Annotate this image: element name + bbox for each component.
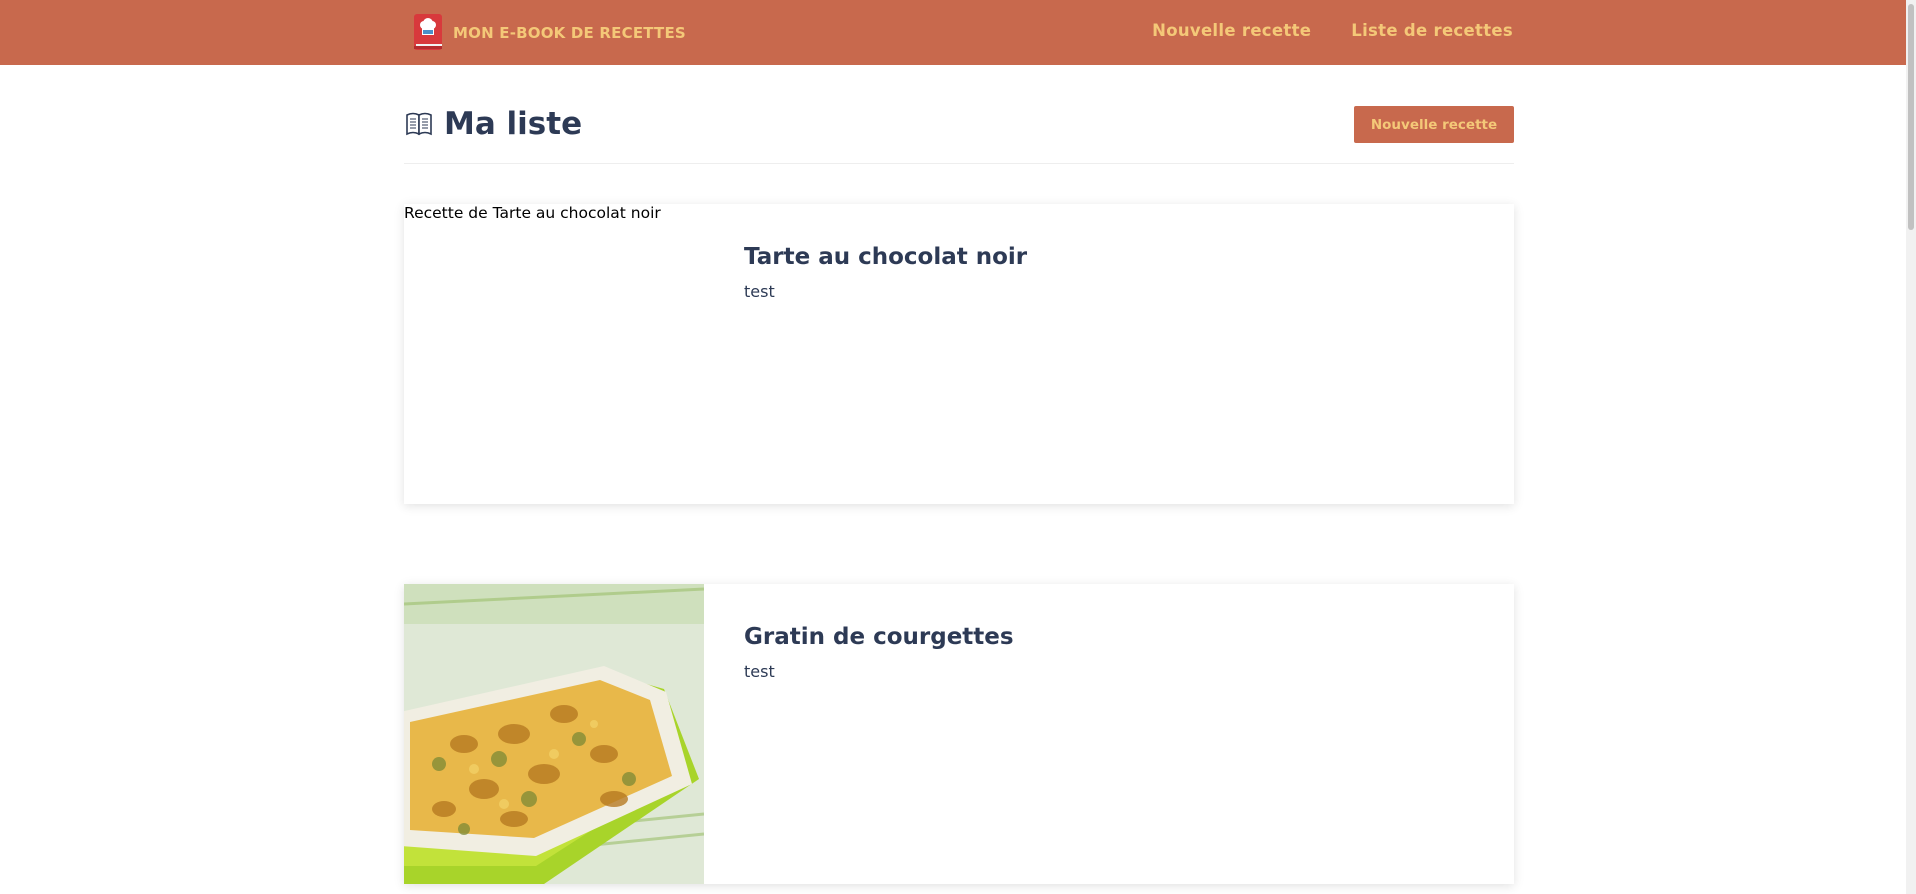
brand-link[interactable]: MON E-BOOK DE RECETTES [412, 13, 686, 53]
nav-recipe-list-link[interactable]: Liste de recettes [1351, 21, 1513, 40]
nav-links: Nouvelle recette Liste de recettes [1152, 21, 1513, 40]
open-book-icon [404, 109, 434, 139]
list-header: Ma liste Nouvelle recette [404, 104, 1514, 164]
nav-new-recipe-link[interactable]: Nouvelle recette [1152, 21, 1311, 40]
recipe-image-broken[interactable]: Recette de Tarte au chocolat noir [404, 204, 704, 504]
recipe-image-alt-text: Recette de Tarte au chocolat noir [404, 204, 661, 222]
gratin-dish-image [404, 584, 704, 884]
scrollbar-thumb[interactable] [1908, 4, 1914, 230]
page-title-text: Ma liste [444, 106, 583, 142]
recipe-description: test [744, 662, 775, 681]
page-scrollbar[interactable] [1906, 0, 1916, 894]
new-recipe-button[interactable]: Nouvelle recette [1354, 106, 1514, 143]
recipe-description: test [744, 282, 775, 301]
page-title: Ma liste [404, 106, 582, 142]
recipe-card[interactable]: Recette de Tarte au chocolat noir Tarte … [404, 204, 1514, 504]
recipe-title[interactable]: Gratin de courgettes [744, 624, 1014, 650]
recipe-card[interactable]: Gratin de courgettes test [404, 584, 1514, 884]
recipe-title[interactable]: Tarte au chocolat noir [744, 244, 1027, 270]
cookbook-logo-icon [412, 13, 444, 53]
brand-title: MON E-BOOK DE RECETTES [453, 24, 686, 42]
top-navbar: MON E-BOOK DE RECETTES Nouvelle recette … [0, 0, 1906, 65]
recipe-card-body: Tarte au chocolat noir test [744, 244, 1027, 301]
recipe-image[interactable] [404, 584, 704, 884]
recipe-card-body: Gratin de courgettes test [744, 624, 1014, 681]
